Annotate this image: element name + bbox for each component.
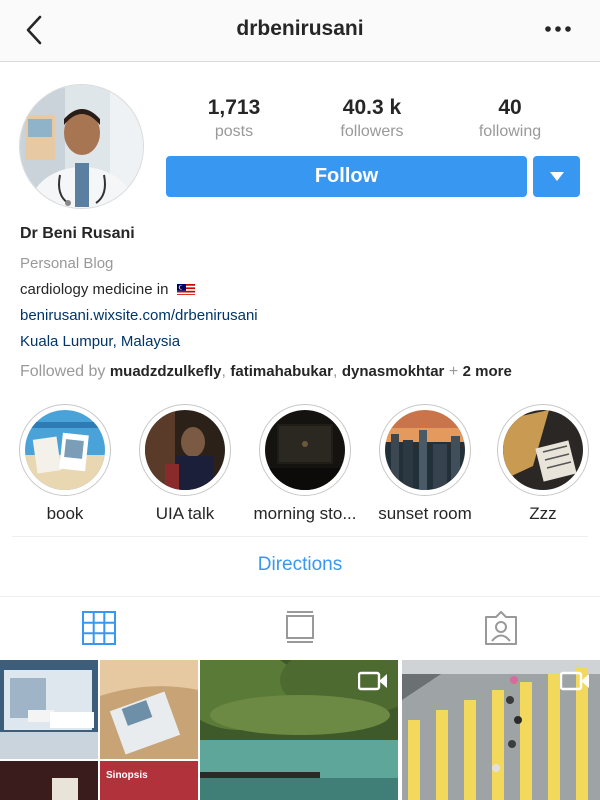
profile-bio: cardiology medicine in <box>20 281 195 298</box>
profile-website-link[interactable]: benirusani.wixsite.com/drbenirusani <box>20 307 258 324</box>
followed-by-more[interactable]: 2 more <box>463 363 512 380</box>
followers-label: followers <box>340 123 404 140</box>
follower-username[interactable]: dynasmokhtar <box>342 363 445 380</box>
followed-by-more-plus: + <box>448 363 459 380</box>
grid-post-text: Sinopsis <box>106 770 148 781</box>
following-stat[interactable]: 40 following <box>440 96 580 141</box>
top-bar: drbenirusani <box>0 0 600 62</box>
highlight-cover <box>25 410 105 490</box>
highlight-zzz[interactable]: Zzz <box>497 404 589 523</box>
highlight-cover <box>385 410 465 490</box>
video-camera-icon <box>560 671 589 691</box>
profile-avatar[interactable] <box>19 84 144 209</box>
highlight-morning-story[interactable]: morning sto... <box>254 404 357 523</box>
highlight-label: Zzz <box>529 504 557 523</box>
posts-stat[interactable]: 1,713 posts <box>164 96 304 141</box>
highlight-book[interactable]: book <box>19 404 111 523</box>
posts-grid: Sinopsis <box>0 660 600 800</box>
highlight-cover <box>145 410 225 490</box>
followers-stat[interactable]: 40.3 k followers <box>302 96 442 141</box>
following-label: following <box>478 123 542 140</box>
directions-button[interactable]: Directions <box>0 554 600 576</box>
video-camera-icon <box>358 671 387 691</box>
bio-text: cardiology medicine in <box>20 281 169 298</box>
follow-button[interactable]: Follow <box>166 156 527 197</box>
profile-category: Personal Blog <box>20 255 114 272</box>
suggested-dropdown-button[interactable] <box>533 156 580 197</box>
posts-label: posts <box>214 123 254 140</box>
followed-by[interactable]: Followed by muadzdzulkefly, fatimahabuka… <box>20 363 512 381</box>
followed-by-prefix: Followed by <box>20 363 106 380</box>
grid-post-2[interactable] <box>200 660 398 800</box>
feed-list-icon[interactable] <box>283 611 317 645</box>
following-count: 40 <box>498 96 522 119</box>
follower-username[interactable]: muadzdzulkefly <box>110 363 222 380</box>
malaysia-flag-icon <box>176 283 195 295</box>
followers-count: 40.3 k <box>342 96 402 119</box>
divider <box>12 536 588 537</box>
grid-post-3[interactable] <box>402 660 600 800</box>
grid-post-1[interactable]: Sinopsis <box>0 660 198 800</box>
profile-full-name: Dr Beni Rusani <box>20 225 135 242</box>
profile-location-link[interactable]: Kuala Lumpur, Malaysia <box>20 333 180 350</box>
caret-down-icon <box>550 172 564 181</box>
profile-tab-bar <box>0 596 600 658</box>
grid-icon[interactable] <box>82 611 116 645</box>
highlight-uia-talk[interactable]: UIA talk <box>139 404 231 523</box>
highlight-cover <box>503 410 583 490</box>
tagged-person-icon[interactable] <box>484 611 518 645</box>
highlight-cover <box>265 410 345 490</box>
profile-username: drbenirusani <box>236 17 364 40</box>
highlight-sunset-room[interactable]: sunset room <box>378 404 472 523</box>
posts-count: 1,713 <box>207 96 261 119</box>
follower-username[interactable]: fatimahabukar <box>230 363 333 380</box>
more-horizontal-icon[interactable] <box>544 17 574 41</box>
